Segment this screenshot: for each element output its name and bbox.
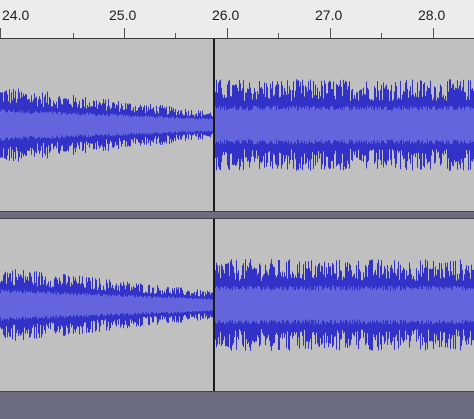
waveform-track-2[interactable] — [0, 219, 474, 391]
waveform-track-1[interactable] — [0, 39, 474, 211]
clip-boundary[interactable] — [213, 39, 215, 211]
major-tick — [124, 28, 125, 38]
audio-track-2[interactable] — [0, 219, 474, 391]
tick-label-25: 25.0 — [109, 7, 137, 23]
major-tick — [227, 28, 228, 38]
minor-tick — [175, 33, 176, 38]
major-tick — [433, 28, 434, 38]
tick-label-26: 26.0 — [212, 7, 240, 23]
clip-boundary[interactable] — [213, 219, 215, 391]
audio-track-1[interactable] — [0, 39, 474, 211]
tracks-area — [0, 39, 474, 419]
major-tick — [0, 28, 1, 38]
minor-tick — [278, 33, 279, 38]
timeline-ruler[interactable]: 24.0 25.0 26.0 27.0 28.0 — [0, 0, 474, 39]
minor-tick — [73, 33, 74, 38]
tick-label-28: 28.0 — [418, 7, 446, 23]
track-separator[interactable] — [0, 211, 474, 219]
major-tick — [330, 28, 331, 38]
minor-tick — [381, 33, 382, 38]
empty-track-area — [0, 391, 474, 419]
tick-label-27: 27.0 — [315, 7, 343, 23]
tick-label-24: 24.0 — [2, 7, 30, 23]
